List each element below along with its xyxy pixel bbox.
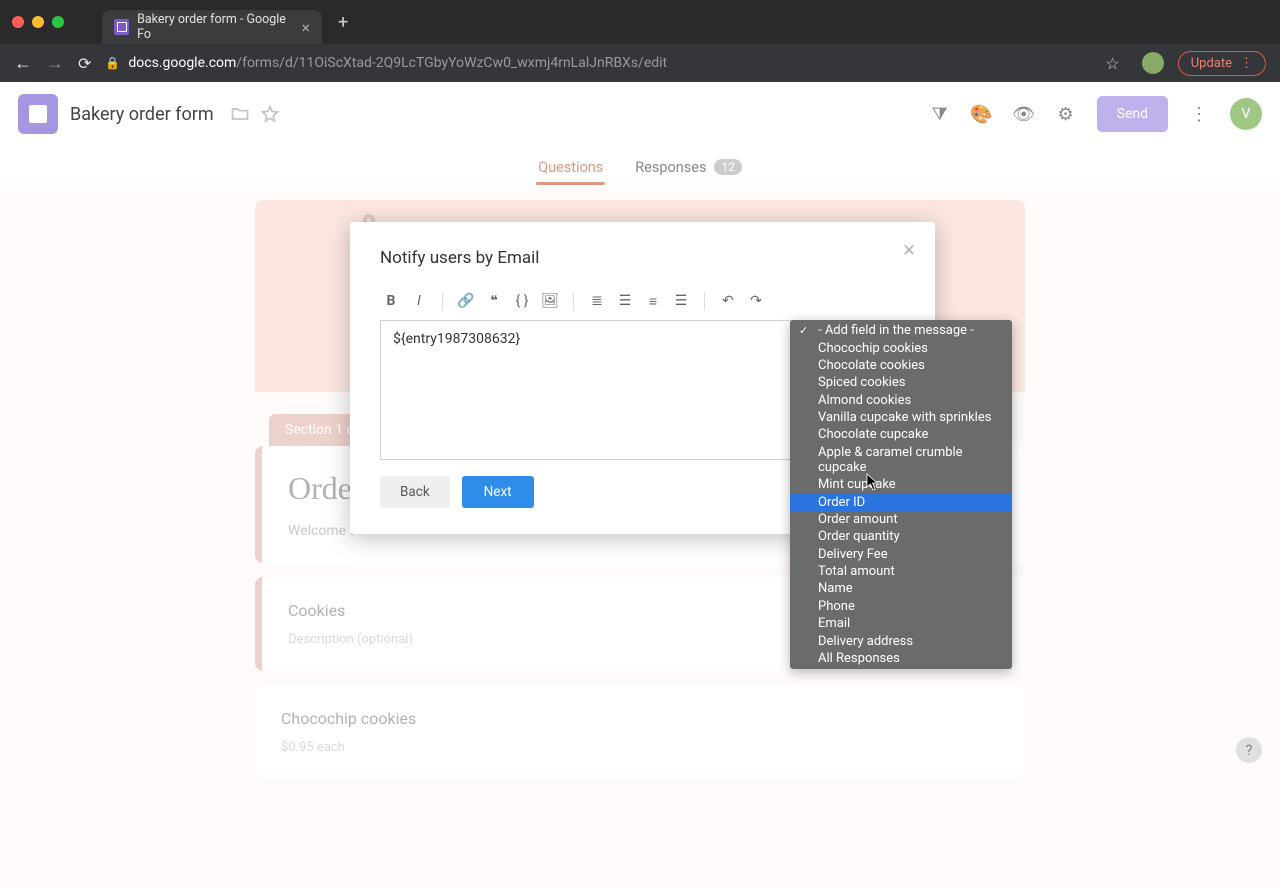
new-tab-button[interactable]: + — [338, 12, 348, 33]
help-button[interactable]: ? — [1236, 737, 1262, 763]
dropdown-item[interactable]: Order quantity — [790, 528, 1012, 545]
tab-favicon-icon — [114, 19, 129, 35]
more-menu-icon[interactable]: ⋮ — [1188, 103, 1210, 125]
italic-icon[interactable]: I — [408, 290, 430, 312]
ordered-list-icon[interactable]: ≣ — [586, 290, 608, 312]
code-icon[interactable]: { } — [511, 290, 533, 312]
back-button[interactable]: Back — [380, 476, 450, 508]
lock-icon: 🔒 — [105, 56, 120, 70]
bold-icon[interactable]: B — [380, 290, 402, 312]
window-close-dot[interactable] — [12, 16, 24, 28]
toolbar-divider — [442, 292, 443, 310]
quote-icon[interactable]: ❝ — [483, 290, 505, 312]
dropdown-item[interactable]: Vanilla cupcake with sprinkles — [790, 409, 1012, 426]
dropdown-item[interactable]: Chocochip cookies — [790, 339, 1012, 356]
dropdown-header[interactable]: - Add field in the message - — [790, 322, 1012, 339]
window-minimize-dot[interactable] — [32, 16, 44, 28]
nav-back-icon[interactable]: ← — [14, 53, 32, 74]
link-icon[interactable]: 🔗 — [455, 290, 477, 312]
align-justify-icon[interactable]: ☰ — [670, 290, 692, 312]
dropdown-item[interactable]: Delivery Fee — [790, 546, 1012, 563]
update-button[interactable]: Update — [1178, 51, 1266, 76]
modal-close-icon[interactable]: × — [903, 238, 915, 263]
window-maximize-dot[interactable] — [52, 16, 64, 28]
dropdown-item[interactable]: Apple & caramel crumble cupcake — [790, 444, 1012, 476]
address-bar[interactable]: 🔒 docs.google.com/forms/d/11OiScXtad-2Q9… — [105, 55, 1091, 71]
redo-icon[interactable]: ↷ — [745, 290, 767, 312]
dropdown-item[interactable]: All Responses — [790, 650, 1012, 667]
forms-header: Bakery order form ⧩ 🎨 👁 ⚙ Send ⋮ V — [0, 82, 1280, 146]
reload-icon[interactable]: ⟳ — [78, 54, 91, 73]
addons-icon[interactable]: ⧩ — [929, 103, 951, 125]
browser-toolbar: ← → ⟳ 🔒 docs.google.com/forms/d/11OiScXt… — [0, 44, 1280, 82]
customize-theme-icon[interactable]: 🎨 — [971, 103, 993, 125]
undo-icon[interactable]: ↶ — [717, 290, 739, 312]
toolbar-divider — [704, 292, 705, 310]
modal-title: Notify users by Email — [350, 248, 935, 286]
move-to-folder-icon[interactable] — [230, 104, 250, 124]
user-avatar[interactable]: V — [1230, 98, 1262, 130]
tab-questions[interactable]: Questions — [536, 159, 605, 176]
settings-gear-icon[interactable]: ⚙ — [1055, 103, 1077, 125]
bookmark-star-icon[interactable]: ☆ — [1105, 54, 1119, 73]
dropdown-item[interactable]: Mint cupcake — [790, 476, 1012, 493]
response-count-badge: 12 — [714, 159, 742, 175]
browser-tab[interactable]: Bakery order form - Google Fo × — [102, 10, 322, 44]
dropdown-item[interactable]: Chocolate cupcake — [790, 426, 1012, 443]
dropdown-item[interactable]: Delivery address — [790, 632, 1012, 649]
editor-toolbar: B I 🔗 ❝ { } 🖼 ≣ ☰ ≡ ☰ ↶ ↷ — [350, 286, 935, 316]
tab-title: Bakery order form - Google Fo — [137, 12, 293, 42]
forms-logo-icon[interactable] — [18, 94, 58, 134]
align-left-icon[interactable]: ≡ — [642, 290, 664, 312]
image-icon[interactable]: 🖼 — [539, 290, 561, 312]
preview-icon[interactable]: 👁 — [1013, 103, 1035, 125]
send-button[interactable]: Send — [1097, 96, 1168, 132]
dropdown-item[interactable]: Total amount — [790, 563, 1012, 580]
dropdown-item[interactable]: Phone — [790, 598, 1012, 615]
add-field-dropdown[interactable]: - Add field in the message - Chocochip c… — [790, 320, 1012, 669]
nav-forward-icon[interactable]: → — [46, 53, 64, 74]
url-path: /forms/d/11OiScXtad-2Q9LcTGbyYoWzCw0_wxm… — [236, 55, 667, 71]
next-button[interactable]: Next — [462, 476, 534, 508]
toolbar-divider — [573, 292, 574, 310]
form-tabs: Questions Responses12 — [0, 146, 1280, 188]
tab-close-icon[interactable]: × — [301, 18, 310, 37]
dropdown-item[interactable]: Name — [790, 580, 1012, 597]
unordered-list-icon[interactable]: ☰ — [614, 290, 636, 312]
profile-avatar-icon[interactable] — [1142, 52, 1164, 74]
document-title[interactable]: Bakery order form — [70, 104, 214, 125]
url-host: docs.google.com — [128, 55, 236, 71]
dropdown-item[interactable]: Order amount — [790, 511, 1012, 528]
star-icon[interactable] — [260, 104, 280, 124]
tab-responses[interactable]: Responses12 — [633, 159, 744, 176]
dropdown-item[interactable]: Email — [790, 615, 1012, 632]
dropdown-item[interactable]: Order ID — [790, 493, 1012, 510]
dropdown-item[interactable]: Chocolate cookies — [790, 357, 1012, 374]
browser-tab-strip: Bakery order form - Google Fo × + — [0, 0, 1280, 44]
dropdown-item[interactable]: Almond cookies — [790, 392, 1012, 409]
dropdown-item[interactable]: Spiced cookies — [790, 374, 1012, 391]
